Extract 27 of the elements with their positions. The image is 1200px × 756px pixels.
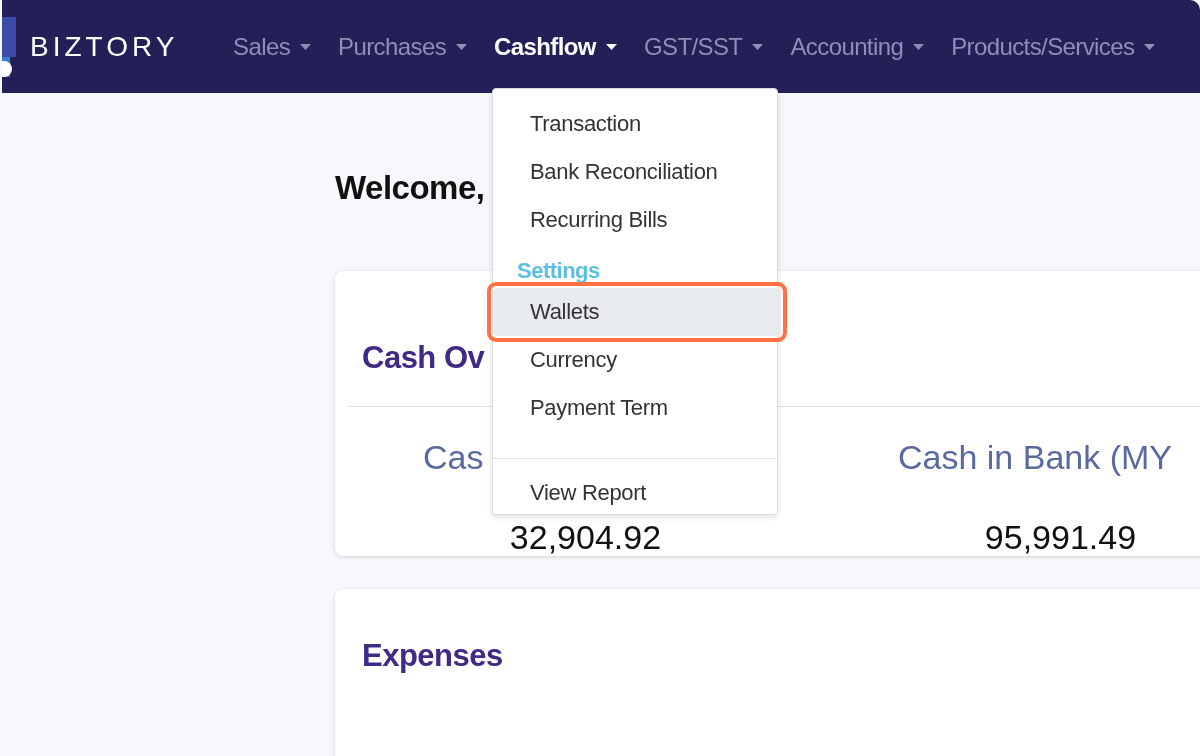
nav-menu[interactable]: Products/Services	[951, 32, 1156, 61]
caret-icon	[605, 43, 617, 50]
stat-value: 32,904.92	[509, 517, 662, 557]
nav-menu[interactable]: Sales	[233, 32, 312, 61]
menu-item[interactable]: Transaction	[493, 100, 777, 148]
menu-item[interactable]: Recurring Bills	[493, 196, 777, 244]
stat-label: Cas	[422, 437, 485, 477]
card-title: Expenses	[362, 638, 503, 674]
menu-item[interactable]: View Report	[493, 469, 777, 517]
nav-menu[interactable]: GST/SST	[643, 32, 764, 61]
stat-value: 95,991.49	[984, 517, 1137, 557]
card-title: Cash Ov	[362, 340, 485, 376]
caret-icon	[300, 43, 312, 50]
nav-menu[interactable]: Purchases	[338, 32, 468, 61]
menu-item[interactable]: Currency	[493, 336, 777, 384]
nav-menu[interactable]: Accounting	[790, 32, 925, 61]
brand-name[interactable]: BIZTORY	[30, 30, 179, 63]
caret-icon	[913, 43, 925, 50]
menu-section-header: Settings	[516, 257, 601, 285]
caret-icon	[752, 43, 764, 50]
caret-icon	[456, 43, 468, 50]
nav-menu[interactable]: Cashflow	[494, 32, 617, 61]
caret-icon	[1144, 43, 1156, 50]
menu-item[interactable]: Payment Term	[493, 384, 777, 432]
menu-item[interactable]: Bank Reconciliation	[493, 148, 777, 196]
welcome-heading: Welcome,	[335, 169, 485, 207]
stat-label: Cash in Bank (MY	[897, 437, 1173, 477]
